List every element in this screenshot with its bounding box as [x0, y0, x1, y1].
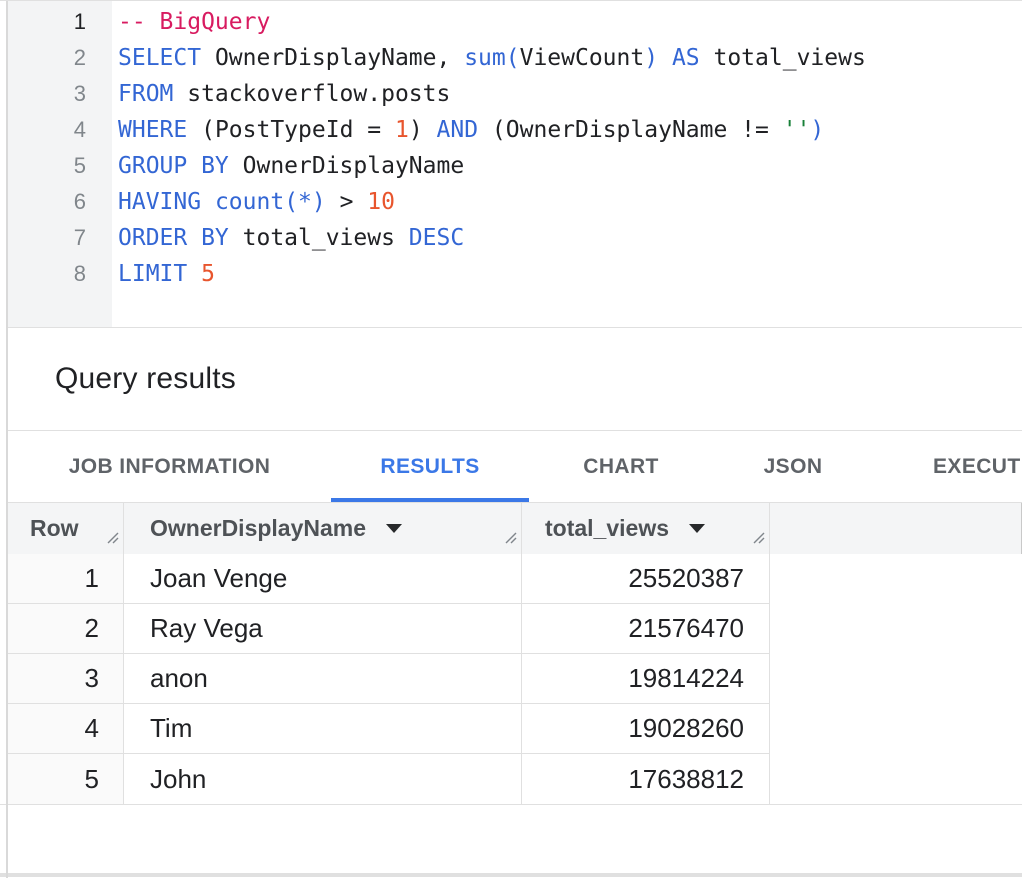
tab-executi[interactable]: EXECUTI	[873, 431, 1022, 502]
sql-token-comment: -- BigQuery	[118, 9, 270, 35]
code-line-1[interactable]: -- BigQuery	[118, 4, 1022, 40]
table-row: 5John17638812	[8, 754, 770, 804]
owner-display-name-cell: Joan Venge	[124, 554, 522, 603]
column-label: Row	[30, 515, 79, 542]
row-number-cell: 5	[8, 754, 124, 804]
sql-token-kw: SELECT	[118, 45, 201, 71]
sql-code-area[interactable]: -- BigQuery SELECT OwnerDisplayName, sum(…	[112, 1, 1022, 327]
sql-token-kw: HAVING	[118, 189, 201, 215]
column-resize-grip-icon[interactable]	[503, 524, 518, 551]
sql-token-kw: FROM	[118, 81, 173, 107]
sql-token-str: ''	[783, 117, 811, 143]
sql-token-plain: OwnerDisplayName	[229, 153, 464, 179]
sql-token-kw: LIMIT	[118, 261, 187, 287]
sql-token-num: 10	[367, 189, 395, 215]
column-header-ownerdisplayname: OwnerDisplayName	[124, 503, 522, 554]
table-row: 1Joan Venge25520387	[8, 554, 770, 604]
column-header-row: Row	[8, 503, 124, 554]
row-number-cell: 3	[8, 654, 124, 703]
panel-left-border	[6, 1, 8, 878]
tab-job-information[interactable]: JOB INFORMATION	[8, 431, 331, 502]
line-number-gutter: 12345678	[8, 1, 112, 327]
page-title: Query results	[55, 362, 236, 396]
sql-token-kw: DESC	[409, 225, 464, 251]
sql-token-plain: )	[409, 117, 437, 143]
sql-token-plain	[201, 189, 215, 215]
results-tab-bar: JOB INFORMATIONRESULTSCHARTJSONEXECUTI	[8, 431, 1022, 502]
line-number: 6	[8, 184, 86, 220]
line-number: 1	[8, 4, 86, 40]
results-table-body: 1Joan Venge255203872Ray Vega215764703ano…	[8, 554, 1022, 804]
total-views-cell: 19814224	[522, 654, 770, 703]
column-header-total_views: total_views	[522, 503, 770, 554]
owner-display-name-cell: Tim	[124, 704, 522, 753]
sql-token-kw: ORDER BY	[118, 225, 229, 251]
column-resize-grip-icon[interactable]	[751, 524, 766, 551]
sql-token-plain: total_views	[700, 45, 866, 71]
line-number: 3	[8, 76, 86, 112]
total-views-cell: 25520387	[522, 554, 770, 603]
row-number-cell: 4	[8, 704, 124, 753]
column-label: OwnerDisplayName	[150, 515, 366, 542]
sql-token-plain	[658, 45, 672, 71]
sort-dropdown-icon[interactable]	[386, 524, 402, 533]
table-row: 2Ray Vega21576470	[8, 604, 770, 654]
total-views-cell: 17638812	[522, 754, 770, 804]
sql-token-plain: stackoverflow.posts	[173, 81, 450, 107]
sql-token-num: 1	[395, 117, 409, 143]
line-number: 5	[8, 148, 86, 184]
row-number-cell: 1	[8, 554, 124, 603]
bigquery-query-results-panel: 12345678 -- BigQuerySELECT OwnerDisplayN…	[0, 0, 1022, 878]
sql-token-plain	[187, 261, 201, 287]
column-resize-grip-icon[interactable]	[105, 524, 120, 551]
column-header-empty	[770, 503, 1022, 554]
sql-token-plain: ViewCount	[520, 45, 645, 71]
code-line-6[interactable]: HAVING count(*) > 10	[118, 184, 1022, 220]
total-views-cell: 19028260	[522, 704, 770, 753]
line-number: 7	[8, 220, 86, 256]
column-label: total_views	[545, 515, 669, 542]
code-line-3[interactable]: FROM stackoverflow.posts	[118, 76, 1022, 112]
sql-token-plain: >	[326, 189, 368, 215]
results-table-header: Row OwnerDisplayName total_views	[8, 502, 1022, 554]
code-line-2[interactable]: SELECT OwnerDisplayName, sum(ViewCount) …	[118, 40, 1022, 76]
code-line-4[interactable]: WHERE (PostTypeId = 1) AND (OwnerDisplay…	[118, 112, 1022, 148]
sort-dropdown-icon[interactable]	[689, 524, 705, 533]
row-number-cell: 2	[8, 604, 124, 653]
sql-token-kw: AND	[437, 117, 479, 143]
sql-token-kw: sum(	[464, 45, 519, 71]
owner-display-name-cell: Ray Vega	[124, 604, 522, 653]
code-line-8[interactable]: LIMIT 5	[118, 256, 1022, 292]
table-row: 3anon19814224	[8, 654, 770, 704]
sql-token-kw: )	[810, 117, 824, 143]
table-row: 4Tim19028260	[8, 704, 770, 754]
sql-token-kw: GROUP BY	[118, 153, 229, 179]
sql-token-kw: WHERE	[118, 117, 187, 143]
table-bottom-divider	[0, 804, 1022, 805]
sql-token-plain: OwnerDisplayName,	[201, 45, 464, 71]
sql-token-num: 5	[201, 261, 215, 287]
sql-editor[interactable]: 12345678 -- BigQuerySELECT OwnerDisplayN…	[8, 1, 1022, 328]
tab-results[interactable]: RESULTS	[331, 431, 529, 502]
code-line-5[interactable]: GROUP BY OwnerDisplayName	[118, 148, 1022, 184]
sql-token-plain: (PostTypeId =	[187, 117, 395, 143]
sql-token-kw: count(*)	[215, 189, 326, 215]
sql-token-kw: AS	[672, 45, 700, 71]
tab-json[interactable]: JSON	[713, 431, 873, 502]
total-views-cell: 21576470	[522, 604, 770, 653]
sql-token-plain: (OwnerDisplayName !=	[478, 117, 783, 143]
owner-display-name-cell: John	[124, 754, 522, 804]
line-number: 8	[8, 256, 86, 292]
sql-token-kw: )	[644, 45, 658, 71]
line-number: 2	[8, 40, 86, 76]
tab-chart[interactable]: CHART	[529, 431, 713, 502]
owner-display-name-cell: anon	[124, 654, 522, 703]
code-line-7[interactable]: ORDER BY total_views DESC	[118, 220, 1022, 256]
bottom-border-strip	[0, 873, 1022, 877]
sql-token-plain: total_views	[229, 225, 409, 251]
line-number: 4	[8, 112, 86, 148]
query-results-header: Query results	[8, 328, 1022, 431]
